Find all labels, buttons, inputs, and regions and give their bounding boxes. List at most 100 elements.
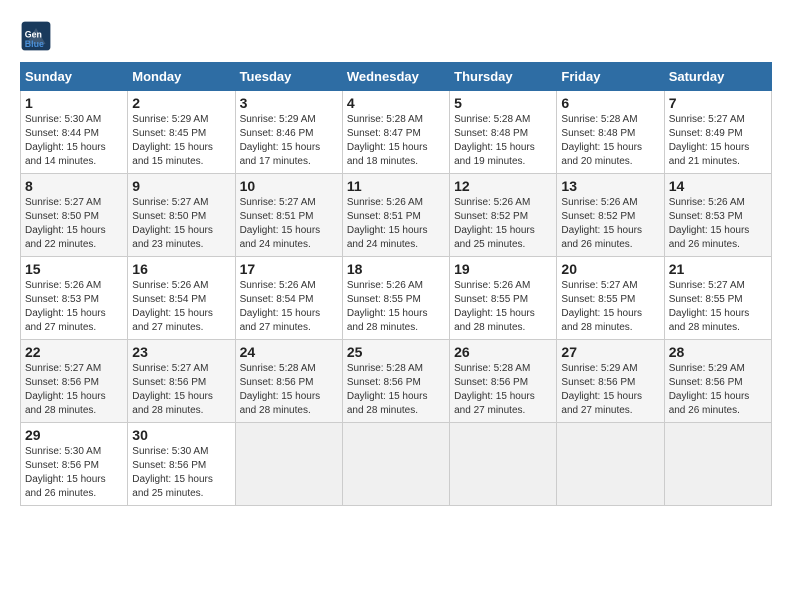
- day-info: Sunrise: 5:30 AM Sunset: 8:44 PM Dayligh…: [25, 113, 123, 169]
- calendar-cell: 5Sunrise: 5:28 AM Sunset: 8:48 PM Daylig…: [450, 91, 557, 174]
- day-number: 13: [561, 178, 659, 194]
- day-number: 6: [561, 95, 659, 111]
- svg-text:Gen: Gen: [25, 30, 42, 40]
- calendar-row: 15 Sunrise: 5:26 AM Sunset: 8:53 PM Dayli…: [21, 257, 772, 340]
- day-info: Sunrise: 5:26 AM Sunset: 8:52 PM Dayligh…: [454, 196, 552, 252]
- day-number: 9: [132, 178, 230, 194]
- day-number: 18: [347, 261, 445, 277]
- day-info: Sunrise: 5:30 AM Sunset: 8:56 PM Dayligh…: [132, 445, 230, 501]
- calendar-cell: 14Sunrise: 5:26 AM Sunset: 8:53 PM Dayli…: [664, 174, 771, 257]
- day-info: Sunrise: 5:28 AM Sunset: 8:56 PM Dayligh…: [240, 362, 338, 418]
- day-info: Sunrise: 5:26 AM Sunset: 8:53 PM Dayligh…: [25, 279, 123, 335]
- weekday-header: Thursday: [450, 63, 557, 91]
- weekday-header: Tuesday: [235, 63, 342, 91]
- day-number: 8: [25, 178, 123, 194]
- day-info: Sunrise: 5:26 AM Sunset: 8:55 PM Dayligh…: [454, 279, 552, 335]
- day-number: 22: [25, 344, 123, 360]
- calendar-row: 1 Sunrise: 5:30 AM Sunset: 8:44 PM Daylig…: [21, 91, 772, 174]
- day-info: Sunrise: 5:26 AM Sunset: 8:51 PM Dayligh…: [347, 196, 445, 252]
- calendar-table: SundayMondayTuesdayWednesdayThursdayFrid…: [20, 62, 772, 506]
- day-number: 15: [25, 261, 123, 277]
- day-info: Sunrise: 5:26 AM Sunset: 8:52 PM Dayligh…: [561, 196, 659, 252]
- calendar-cell: 19 Sunrise: 5:26 AM Sunset: 8:55 PM Dayli…: [450, 257, 557, 340]
- day-number: 26: [454, 344, 552, 360]
- calendar-cell: 18 Sunrise: 5:26 AM Sunset: 8:55 PM Dayli…: [342, 257, 449, 340]
- weekday-header: Monday: [128, 63, 235, 91]
- day-info: Sunrise: 5:29 AM Sunset: 8:56 PM Dayligh…: [669, 362, 767, 418]
- day-info: Sunrise: 5:26 AM Sunset: 8:54 PM Dayligh…: [132, 279, 230, 335]
- day-info: Sunrise: 5:27 AM Sunset: 8:51 PM Dayligh…: [240, 196, 338, 252]
- day-number: 12: [454, 178, 552, 194]
- calendar-cell: 13 Sunrise: 5:26 AM Sunset: 8:52 PM Dayli…: [557, 174, 664, 257]
- day-number: 17: [240, 261, 338, 277]
- logo: Gen Blue: [20, 20, 54, 52]
- day-number: 7: [669, 95, 767, 111]
- day-info: Sunrise: 5:30 AM Sunset: 8:56 PM Dayligh…: [25, 445, 123, 501]
- calendar-cell: [235, 423, 342, 506]
- day-number: 4: [347, 95, 445, 111]
- calendar-cell: 21 Sunrise: 5:27 AM Sunset: 8:55 PM Dayli…: [664, 257, 771, 340]
- day-number: 11: [347, 178, 445, 194]
- calendar-cell: [342, 423, 449, 506]
- calendar-cell: 29 Sunrise: 5:30 AM Sunset: 8:56 PM Dayli…: [21, 423, 128, 506]
- logo-icon: Gen Blue: [20, 20, 52, 52]
- day-number: 27: [561, 344, 659, 360]
- day-number: 5: [454, 95, 552, 111]
- weekday-header: Friday: [557, 63, 664, 91]
- calendar-row: 8 Sunrise: 5:27 AM Sunset: 8:50 PM Daylig…: [21, 174, 772, 257]
- calendar-cell: 7 Sunrise: 5:27 AM Sunset: 8:49 PM Daylig…: [664, 91, 771, 174]
- day-info: Sunrise: 5:28 AM Sunset: 8:48 PM Dayligh…: [561, 113, 659, 169]
- weekday-header: Saturday: [664, 63, 771, 91]
- day-number: 29: [25, 427, 123, 443]
- day-number: 19: [454, 261, 552, 277]
- day-info: Sunrise: 5:27 AM Sunset: 8:50 PM Dayligh…: [25, 196, 123, 252]
- calendar-cell: 30 Sunrise: 5:30 AM Sunset: 8:56 PM Dayli…: [128, 423, 235, 506]
- calendar-cell: 23Sunrise: 5:27 AM Sunset: 8:56 PM Dayli…: [128, 340, 235, 423]
- calendar-cell: 10 Sunrise: 5:27 AM Sunset: 8:51 PM Dayli…: [235, 174, 342, 257]
- calendar-cell: 26 Sunrise: 5:28 AM Sunset: 8:56 PM Dayli…: [450, 340, 557, 423]
- day-number: 21: [669, 261, 767, 277]
- calendar-cell: 24Sunrise: 5:28 AM Sunset: 8:56 PM Dayli…: [235, 340, 342, 423]
- calendar-cell: 22 Sunrise: 5:27 AM Sunset: 8:56 PM Dayli…: [21, 340, 128, 423]
- day-info: Sunrise: 5:28 AM Sunset: 8:56 PM Dayligh…: [454, 362, 552, 418]
- day-number: 3: [240, 95, 338, 111]
- day-info: Sunrise: 5:26 AM Sunset: 8:54 PM Dayligh…: [240, 279, 338, 335]
- day-number: 2: [132, 95, 230, 111]
- day-info: Sunrise: 5:26 AM Sunset: 8:55 PM Dayligh…: [347, 279, 445, 335]
- day-info: Sunrise: 5:27 AM Sunset: 8:55 PM Dayligh…: [669, 279, 767, 335]
- day-info: Sunrise: 5:29 AM Sunset: 8:46 PM Dayligh…: [240, 113, 338, 169]
- calendar-cell: [557, 423, 664, 506]
- calendar-cell: 25 Sunrise: 5:28 AM Sunset: 8:56 PM Dayli…: [342, 340, 449, 423]
- calendar-cell: 28Sunrise: 5:29 AM Sunset: 8:56 PM Dayli…: [664, 340, 771, 423]
- calendar-cell: [450, 423, 557, 506]
- day-number: 1: [25, 95, 123, 111]
- calendar-cell: 20Sunrise: 5:27 AM Sunset: 8:55 PM Dayli…: [557, 257, 664, 340]
- calendar-cell: 2Sunrise: 5:29 AM Sunset: 8:45 PM Daylig…: [128, 91, 235, 174]
- day-info: Sunrise: 5:29 AM Sunset: 8:56 PM Dayligh…: [561, 362, 659, 418]
- day-number: 25: [347, 344, 445, 360]
- calendar-cell: 16Sunrise: 5:26 AM Sunset: 8:54 PM Dayli…: [128, 257, 235, 340]
- calendar-cell: [664, 423, 771, 506]
- calendar-row: 29 Sunrise: 5:30 AM Sunset: 8:56 PM Dayli…: [21, 423, 772, 506]
- day-info: Sunrise: 5:27 AM Sunset: 8:49 PM Dayligh…: [669, 113, 767, 169]
- page-header: Gen Blue: [20, 20, 772, 52]
- calendar-cell: 9Sunrise: 5:27 AM Sunset: 8:50 PM Daylig…: [128, 174, 235, 257]
- calendar-cell: 27 Sunrise: 5:29 AM Sunset: 8:56 PM Dayli…: [557, 340, 664, 423]
- day-number: 14: [669, 178, 767, 194]
- calendar-cell: 4 Sunrise: 5:28 AM Sunset: 8:47 PM Daylig…: [342, 91, 449, 174]
- weekday-header-row: SundayMondayTuesdayWednesdayThursdayFrid…: [21, 63, 772, 91]
- svg-text:Blue: Blue: [25, 39, 44, 49]
- calendar-cell: 12 Sunrise: 5:26 AM Sunset: 8:52 PM Dayli…: [450, 174, 557, 257]
- day-info: Sunrise: 5:28 AM Sunset: 8:47 PM Dayligh…: [347, 113, 445, 169]
- weekday-header: Sunday: [21, 63, 128, 91]
- calendar-cell: 15 Sunrise: 5:26 AM Sunset: 8:53 PM Dayli…: [21, 257, 128, 340]
- calendar-cell: 17 Sunrise: 5:26 AM Sunset: 8:54 PM Dayli…: [235, 257, 342, 340]
- day-number: 20: [561, 261, 659, 277]
- day-info: Sunrise: 5:27 AM Sunset: 8:56 PM Dayligh…: [132, 362, 230, 418]
- day-number: 10: [240, 178, 338, 194]
- day-number: 30: [132, 427, 230, 443]
- day-info: Sunrise: 5:28 AM Sunset: 8:56 PM Dayligh…: [347, 362, 445, 418]
- calendar-cell: 11 Sunrise: 5:26 AM Sunset: 8:51 PM Dayli…: [342, 174, 449, 257]
- calendar-row: 22 Sunrise: 5:27 AM Sunset: 8:56 PM Dayli…: [21, 340, 772, 423]
- day-info: Sunrise: 5:27 AM Sunset: 8:56 PM Dayligh…: [25, 362, 123, 418]
